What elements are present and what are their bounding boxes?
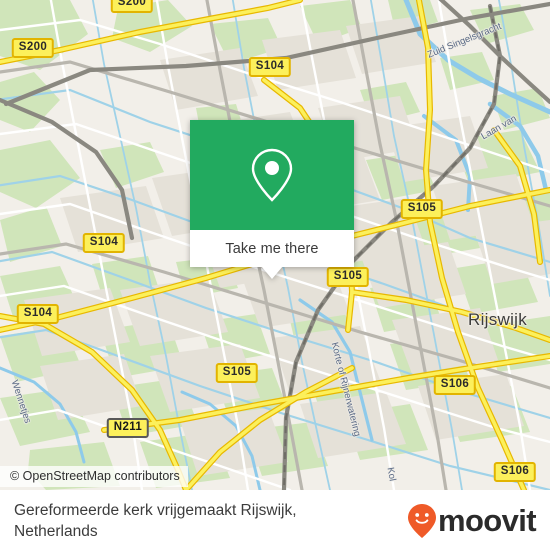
moovit-wordmark: moovit: [437, 503, 537, 538]
moovit-logo[interactable]: moovit: [407, 503, 537, 539]
popup-pointer-tail: [261, 266, 283, 279]
moovit-pin-smile-icon: [407, 503, 436, 538]
place-title: Gereformeerde kerk vrijgemaakt Rijswijk,…: [14, 501, 297, 540]
road-shield-s105-low: S105: [215, 363, 259, 383]
location-popup-card[interactable]: Take me there: [190, 120, 354, 279]
footer-bar: Gereformeerde kerk vrijgemaakt Rijswijk,…: [0, 490, 550, 550]
road-shield-s104-mid: S104: [82, 233, 126, 253]
road-shield-s106-right: S106: [433, 375, 477, 395]
road-shield-n211: N211: [106, 418, 150, 438]
road-shield-s104-left: S104: [16, 304, 60, 324]
osm-attribution[interactable]: © OpenStreetMap contributors: [0, 466, 188, 487]
road-shield-s105-right: S105: [400, 199, 444, 219]
map-label-kdp: Kol: [384, 466, 398, 482]
take-me-there-label: Take me there: [225, 240, 319, 257]
map-label-rijswijk: Rijswijk: [468, 310, 528, 329]
road-shield-s105-mid: S105: [326, 267, 370, 287]
road-shield-s200-left: S200: [11, 38, 55, 58]
popup-pin-panel: [190, 120, 354, 230]
map-screenshot: S200 S200 S104 S105 S104 S105 S104 S105 S106 N211…: [0, 0, 550, 550]
popup-cta-bar[interactable]: Take me there: [190, 230, 354, 267]
map-pin-icon: [251, 148, 293, 202]
map-canvas[interactable]: S200 S200 S104 S105 S104 S105 S104 S105 S106 N211…: [0, 0, 550, 490]
road-shield-s104-top: S104: [248, 57, 292, 77]
road-shield-s200-top: S200: [110, 0, 154, 13]
road-shield-s106-low: S106: [493, 462, 537, 482]
